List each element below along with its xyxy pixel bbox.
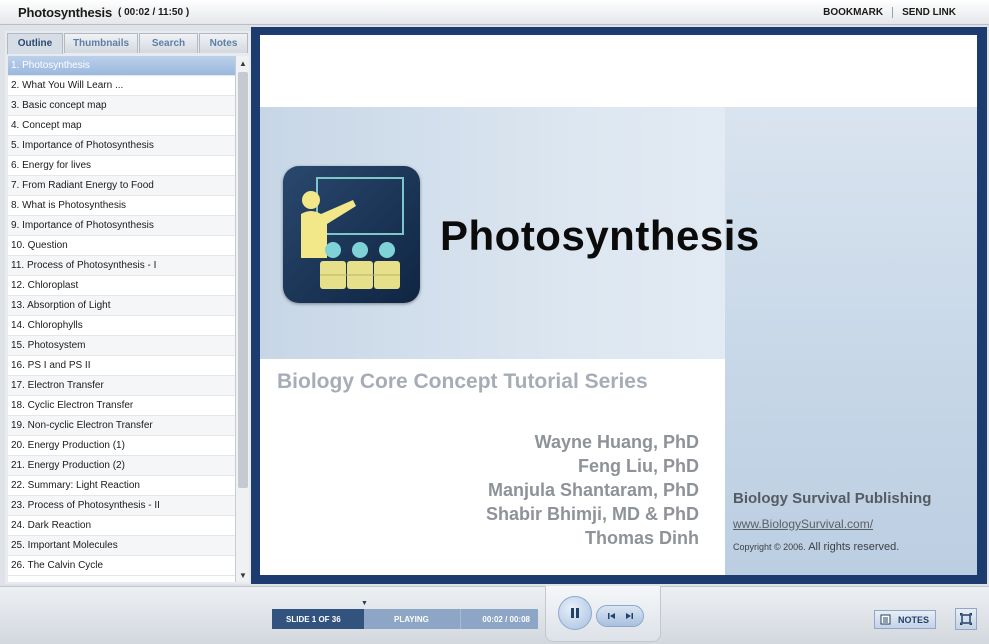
top-links: BOOKMARK SEND LINK xyxy=(814,7,965,18)
author-name: Shabir Bhimji, MD & PhD xyxy=(485,504,699,524)
outline-item[interactable]: 18. Cyclic Electron Transfer xyxy=(8,396,235,416)
scroll-down-icon[interactable]: ▼ xyxy=(236,568,250,582)
author-name: Wayne Huang, PhD xyxy=(534,432,699,452)
outline-item[interactable]: 20. Energy Production (1) xyxy=(8,436,235,456)
tab-search[interactable]: Search xyxy=(139,33,198,53)
fullscreen-button[interactable] xyxy=(955,608,977,630)
copyright-rights: All rights reserved. xyxy=(808,541,900,553)
publisher-name: Biology Survival Publishing xyxy=(733,490,932,507)
playback-status: SLIDE 1 OF 36 PLAYING 00:02 / 00:08 xyxy=(272,609,538,629)
notes-icon xyxy=(880,614,891,625)
outline-item[interactable]: 2. What You Will Learn ... xyxy=(8,76,235,96)
outline-item[interactable]: 5. Importance of Photosynthesis xyxy=(8,136,235,156)
pause-button[interactable] xyxy=(558,596,592,630)
bookmark-link[interactable]: BOOKMARK xyxy=(814,7,892,18)
presenter-logo-icon xyxy=(283,166,420,303)
scroll-thumb[interactable] xyxy=(238,72,248,488)
playback-state: PLAYING xyxy=(364,609,460,629)
outline-item[interactable]: 25. Important Molecules xyxy=(8,536,235,556)
sidebar: Outline Thumbnails Search Notes 1. Photo… xyxy=(5,31,251,584)
publisher-link[interactable]: www.BiologySurvival.com/ xyxy=(733,517,873,531)
outline-item[interactable]: 26. The Calvin Cycle xyxy=(8,556,235,576)
outline-item[interactable]: 11. Process of Photosynthesis - I xyxy=(8,256,235,276)
outline-item[interactable]: 6. Energy for lives xyxy=(8,156,235,176)
outline-item[interactable]: 10. Question xyxy=(8,236,235,256)
tab-thumbnails[interactable]: Thumbnails xyxy=(64,33,138,53)
sidebar-tabs: Outline Thumbnails Search Notes xyxy=(7,33,249,54)
author-name: Manjula Shantaram, PhD xyxy=(487,480,699,500)
outline-item[interactable]: 23. Process of Photosynthesis - II xyxy=(8,496,235,516)
total-time: ( 00:02 / 11:50 ) xyxy=(118,7,190,18)
outline-item[interactable]: 1. Photosynthesis xyxy=(8,56,235,76)
outline-item[interactable]: 14. Chlorophylls xyxy=(8,316,235,336)
notes-label: NOTES xyxy=(898,614,930,625)
next-slide-icon[interactable] xyxy=(624,611,634,621)
outline-item[interactable]: 9. Importance of Photosynthesis xyxy=(8,216,235,236)
slide-frame: Photosynthesis Biology Core Concept Tuto… xyxy=(251,27,987,584)
outline-item[interactable]: 17. Electron Transfer xyxy=(8,376,235,396)
author-list: Wayne Huang, PhD Feng Liu, PhD Manjula S… xyxy=(486,430,699,550)
fullscreen-icon xyxy=(960,613,972,625)
tab-outline[interactable]: Outline xyxy=(7,33,63,54)
outline-item[interactable]: 13. Absorption of Light xyxy=(8,296,235,316)
presentation-title: Photosynthesis xyxy=(18,5,112,20)
series-subtitle: Biology Core Concept Tutorial Series xyxy=(277,370,648,393)
outline-item[interactable]: 21. Energy Production (2) xyxy=(8,456,235,476)
slide-counter: SLIDE 1 OF 36 xyxy=(272,609,364,629)
notes-button[interactable]: NOTES xyxy=(874,610,936,629)
progress-marker-icon[interactable]: ▼ xyxy=(361,600,368,607)
slide-navigation xyxy=(596,605,644,627)
outline-item[interactable]: 19. Non-cyclic Electron Transfer xyxy=(8,416,235,436)
outline-scrollbar[interactable]: ▲ ▼ xyxy=(235,56,249,582)
outline-item[interactable]: 15. Photosystem xyxy=(8,336,235,356)
copyright-prefix: Copyright © 2006. xyxy=(733,542,806,552)
top-bar: Photosynthesis ( 00:02 / 11:50 ) BOOKMAR… xyxy=(0,0,989,25)
outline-item[interactable]: 3. Basic concept map xyxy=(8,96,235,116)
scroll-up-icon[interactable]: ▲ xyxy=(236,56,250,70)
send-link-link[interactable]: SEND LINK xyxy=(892,7,965,18)
outline-item[interactable]: 8. What is Photosynthesis xyxy=(8,196,235,216)
outline-list: 1. Photosynthesis 2. What You Will Learn … xyxy=(8,56,235,582)
outline-item[interactable]: 22. Summary: Light Reaction xyxy=(8,476,235,496)
outline-item[interactable]: 16. PS I and PS II xyxy=(8,356,235,376)
author-name: Thomas Dinh xyxy=(584,528,699,548)
author-name: Feng Liu, PhD xyxy=(578,456,699,476)
tab-notes[interactable]: Notes xyxy=(199,33,248,53)
prev-slide-icon[interactable] xyxy=(607,611,617,621)
outline-item[interactable]: 7. From Radiant Energy to Food xyxy=(8,176,235,196)
outline-item[interactable]: 4. Concept map xyxy=(8,116,235,136)
copyright-notice: Copyright © 2006. All rights reserved. xyxy=(733,541,899,553)
outline-item[interactable]: 24. Dark Reaction xyxy=(8,516,235,536)
pause-icon xyxy=(571,608,579,618)
slide-time: 00:02 / 00:08 xyxy=(460,609,538,629)
slide-canvas: Photosynthesis Biology Core Concept Tuto… xyxy=(260,35,977,575)
outline-item[interactable]: 12. Chloroplast xyxy=(8,276,235,296)
slide-title: Photosynthesis xyxy=(440,212,760,259)
